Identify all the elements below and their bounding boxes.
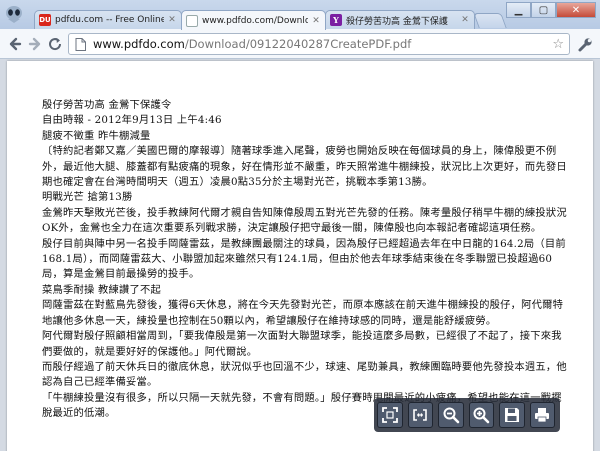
maximize-button[interactable]: ▢ [531,2,556,18]
close-tab-icon[interactable]: ✕ [311,16,321,26]
pdf-page: 殷仔勞苦功高 金鶯下保護令 自由時報 - 2012年9月13日 上午4:46 腿… [7,61,593,451]
back-arrow-icon [9,37,22,51]
zoom-in-button[interactable] [468,402,494,428]
tab-pdfdo-download[interactable]: www.pdfdo.com/Download/0 ✕ [181,10,326,30]
forward-button[interactable] [26,35,44,53]
address-bar[interactable]: www.pdfdo.com/Download/09122040287Create… [68,33,570,55]
paragraph: 殷仔目前與陣中另一名投手岡薩雷茲，是教練團最關注的球員，因為殷仔已經超過去年在中… [42,237,566,281]
bookmark-star-icon[interactable]: ☆ [552,37,564,52]
back-button[interactable] [6,35,24,53]
paragraph: 而殷仔經過了前天休兵日的徹底休息，狀況似乎也回溫不少，球速、尾勁兼具，教練團臨時… [42,360,567,389]
section-heading: 明戰光芒 搶第13勝 [42,191,133,204]
save-button[interactable] [499,402,525,428]
section-heading: 腿疲不徵重 昨牛棚減量 [42,129,151,142]
close-tab-icon[interactable]: ✕ [460,15,470,25]
pdf-favicon-icon: DU [39,14,51,26]
url-text: www.pdfdo.com/Download/09122040287Create… [93,37,412,51]
close-tab-icon[interactable]: ✕ [167,15,177,25]
tab-title: www.pdfdo.com/Download/0 [202,15,308,26]
browser-logo-icon [6,6,22,23]
fit-page-button[interactable] [377,402,403,428]
zoom-out-button[interactable] [438,402,464,428]
minimize-button[interactable]: ▁ [506,2,531,18]
close-window-button[interactable]: ✕ [556,2,596,18]
navigation-toolbar: www.pdfdo.com/Download/09122040287Create… [0,29,600,59]
fit-width-button[interactable] [407,402,433,428]
tab-pdfdu[interactable]: DU pdfdu.com -- Free Online PDF ✕ [34,10,182,29]
pdf-viewer[interactable]: 殷仔勞苦功高 金鶯下保護令 自由時報 - 2012年9月13日 上午4:46 腿… [0,59,600,451]
tab-title: pdfdu.com -- Free Online PDF [55,15,164,25]
print-icon [535,408,550,423]
article-byline: 自由時報 - 2012年9月13日 上午4:46 [42,114,222,127]
fit-width-icon [413,409,428,421]
fit-page-icon [381,407,398,423]
page-favicon-icon [186,14,198,27]
print-button[interactable] [529,402,555,428]
paragraph: 金鶯昨天擊敗光芒後，投手教練阿代爾才親自告知陳偉殷周五對光芒先發的任務。陳考量殷… [42,206,567,235]
paragraph: 阿代爾對殷仔照顧相當周到，「要我偉殷是第一次面對大聯盟球季，能投這麼多局數，已經… [42,330,562,358]
paragraph: 岡薩雷茲在對藍鳥先發後，獲得6天休息，將在今天先發對光芒，而原本應該在前天進牛棚… [42,299,564,327]
page-icon [75,38,86,51]
zoom-out-icon [443,407,460,424]
article-text: 殷仔勞苦功高 金鶯下保護令 自由時報 - 2012年9月13日 上午4:46 腿… [42,98,572,422]
paragraph: 〔特約記者鄭又嘉／美國巴爾的摩報導〕隨著球季進入尾聲，疲勞也開始反映在每個球員的… [42,145,567,189]
reload-button[interactable] [46,35,64,53]
wrench-menu-icon[interactable] [577,37,593,53]
save-icon [504,408,519,422]
forward-arrow-icon [28,37,41,51]
yahoo-favicon-icon: Y [330,14,342,26]
tab-yahoo-news[interactable]: Y 殺仔勞苦功高 金鶯下保護 ✕ [325,10,475,29]
zoom-in-icon [473,407,490,424]
new-tab-button[interactable] [473,13,507,28]
title-bar: DU pdfdu.com -- Free Online PDF ✕ www.pd… [0,0,600,30]
article-title: 殷仔勞苦功高 金鶯下保護令 [42,99,172,111]
reload-icon [49,38,62,51]
pdf-controls-toolbar [374,398,560,432]
tab-title: 殺仔勞苦功高 金鶯下保護 [346,16,448,27]
section-heading: 菜鳥季耐操 教練讚了不起 [42,283,161,296]
window-controls: ▁ ▢ ✕ [506,2,596,18]
